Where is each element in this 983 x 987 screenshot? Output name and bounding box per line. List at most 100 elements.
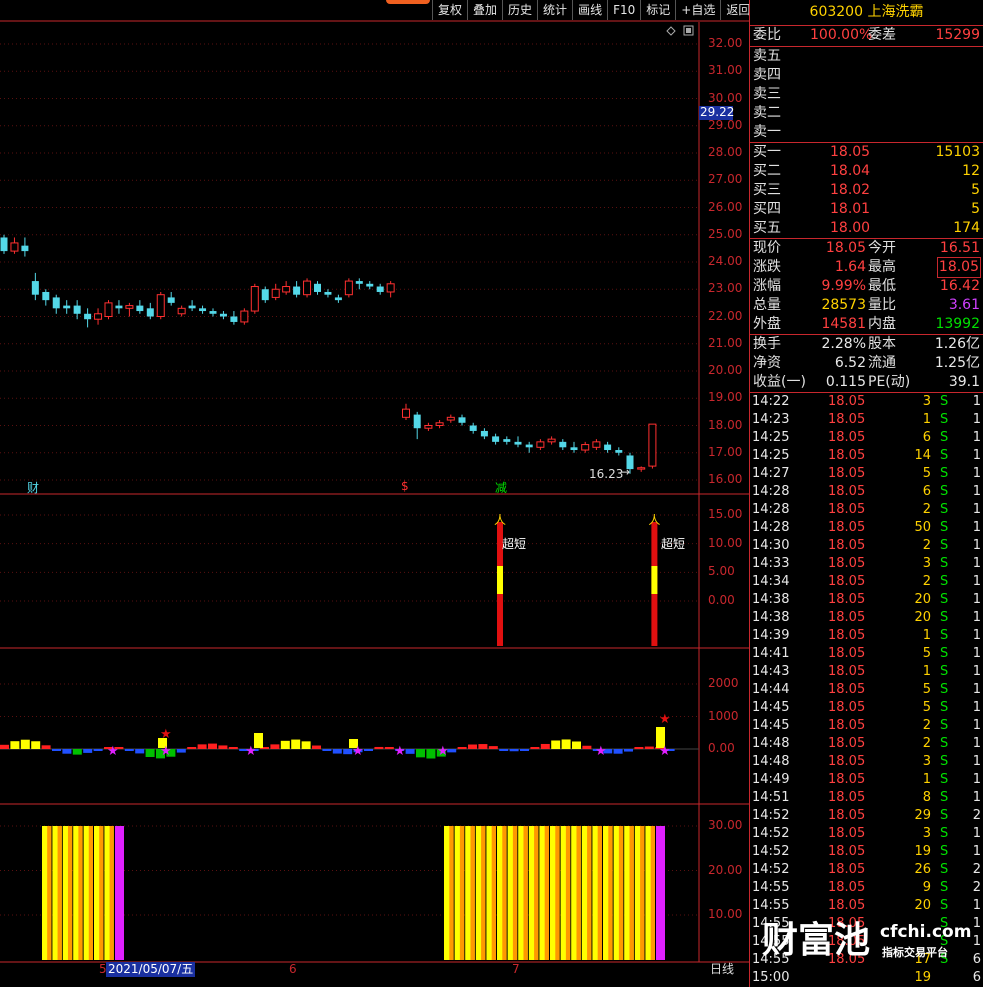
tick-time: 14:45 xyxy=(752,700,790,715)
tick-price: 18.05 xyxy=(828,628,866,643)
candle-body-down xyxy=(261,289,269,301)
stat-label: 净资 xyxy=(753,355,781,371)
indicator-axis-tick: 10.00 xyxy=(708,907,743,921)
buy-level-volume: 12 xyxy=(962,163,980,179)
histogram-bar xyxy=(270,744,280,749)
tick-volume: 14 xyxy=(914,448,931,463)
tick-row: 14:28 18.05 2 S 1 xyxy=(750,501,983,519)
histogram-bar xyxy=(312,745,321,749)
tick-time: 14:41 xyxy=(752,646,790,661)
price-axis-tick: 19.00 xyxy=(708,390,743,405)
stat-row: 收益(一) 0.115 PE(动) 39.1 xyxy=(750,373,983,392)
diamond-icon[interactable] xyxy=(666,26,676,36)
star-marker: ★ xyxy=(352,744,364,759)
histogram-bar xyxy=(10,741,20,749)
stat-value: 14581 xyxy=(821,316,866,332)
buy-level-label: 买三 xyxy=(753,182,781,198)
stat-value: 1.25亿 xyxy=(934,355,980,371)
low-price-label: 16.23 xyxy=(589,467,624,481)
current-price-tag: 29.22 xyxy=(700,105,735,119)
stat-label: 涨幅 xyxy=(753,278,781,294)
marker-dollar: $ xyxy=(401,479,409,493)
tick-row: 14:38 18.05 20 S 1 xyxy=(750,609,983,627)
signal-column-shade xyxy=(459,826,465,960)
xaxis-mark-6: 6 xyxy=(289,962,297,976)
buy-level-row: 买五 18.00 174 xyxy=(750,219,983,238)
tick-count: 2 xyxy=(972,862,981,877)
signal-column-shade xyxy=(640,826,645,960)
tick-row: 14:48 18.05 2 S 1 xyxy=(750,735,983,753)
buy-levels: 买一 18.05 15103 买二 18.04 12 买三 18.02 5 买四… xyxy=(750,143,983,239)
buy-level-volume: 5 xyxy=(971,182,980,198)
tick-flag: S xyxy=(940,682,949,697)
quote-panel: 603200 上海洗霸 委比 100.00% 委差 15299 卖五 卖四 卖三… xyxy=(749,0,983,987)
tick-row: 14:45 18.05 2 S 1 xyxy=(750,717,983,735)
candle-body-down xyxy=(42,291,50,301)
tick-volume: 2 xyxy=(922,538,931,553)
tick-time: 15:00 xyxy=(752,970,790,985)
indicator-axis-tick: 0.00 xyxy=(708,593,735,607)
buy-level-label: 买四 xyxy=(753,201,781,217)
price-axis-tick: 29.00 xyxy=(708,117,743,132)
tick-time: 14:27 xyxy=(752,466,790,481)
tick-count: 1 xyxy=(972,520,981,535)
tick-price: 18.05 xyxy=(828,790,866,805)
tick-flag: S xyxy=(940,448,949,463)
price-axis-tick: 26.00 xyxy=(708,199,743,214)
candle-body-up xyxy=(104,302,113,317)
candle-body-up xyxy=(177,307,186,315)
kline-chart[interactable]: 人人 ★ ★ ★ ★ ★ ★ ★ ★★★ xyxy=(0,0,749,987)
sell-level-label: 卖四 xyxy=(753,67,781,83)
sell-level-row: 卖四 xyxy=(750,66,983,85)
chaoduan-label-1: 超短 xyxy=(502,537,527,551)
tick-flag: S xyxy=(940,700,949,715)
candle-body-up xyxy=(637,467,646,470)
tick-flag: S xyxy=(940,808,949,823)
tick-price: 18.05 xyxy=(828,520,866,535)
tick-volume: 1 xyxy=(922,412,931,427)
candle-body-up xyxy=(581,444,590,451)
tick-price: 18.05 xyxy=(828,862,866,877)
signal-column-shade xyxy=(587,826,592,960)
candle-body-down xyxy=(293,286,301,295)
tick-row: 14:28 18.05 50 S 1 xyxy=(750,519,983,537)
tick-count: 1 xyxy=(972,664,981,679)
histogram-bar xyxy=(208,743,217,749)
tick-count: 1 xyxy=(972,610,981,625)
window-restore-icon[interactable] xyxy=(683,25,694,36)
tick-flag: S xyxy=(940,718,949,733)
tick-price: 18.05 xyxy=(828,772,866,787)
stat-label: 总量 xyxy=(753,297,781,313)
histogram-bar xyxy=(582,745,592,749)
period-selector[interactable]: 日线 xyxy=(710,962,734,977)
buy-level-price: 18.00 xyxy=(830,220,871,236)
tick-list[interactable]: 14:22 18.05 3 S 1 14:23 18.05 1 S 1 14:25 18.05 6 S 1 1… xyxy=(750,393,983,987)
buy-level-volume: 5 xyxy=(971,201,980,217)
signal-person-icon: 人 xyxy=(494,513,506,527)
stat-row: 外盘 14581 内盘 13992 xyxy=(750,315,983,334)
candle-body-up xyxy=(402,408,410,418)
tick-volume: 2 xyxy=(922,574,931,589)
tick-row: 15:00 19 6 xyxy=(750,969,983,987)
buy-level-row: 买二 18.04 12 xyxy=(750,162,983,181)
buy-level-label: 买二 xyxy=(753,163,781,179)
tick-row: 14:45 18.05 5 S 1 xyxy=(750,699,983,717)
tick-row: 14:30 18.05 2 S 1 xyxy=(750,537,983,555)
signal-column-shade xyxy=(608,826,613,960)
signal-column-shade xyxy=(512,826,518,960)
tick-flag: S xyxy=(940,610,949,625)
tick-time: 14:28 xyxy=(752,502,790,517)
buy-level-row: 买一 18.05 15103 xyxy=(750,143,983,162)
tick-volume: 20 xyxy=(914,610,931,625)
indicator-pane-1: 人人 xyxy=(494,513,660,646)
tick-time: 14:23 xyxy=(752,412,790,427)
star-marker: ★ xyxy=(659,744,671,759)
candle-body-down xyxy=(525,444,533,448)
buy-level-label: 买五 xyxy=(753,220,781,236)
tick-row: 14:55 18.05 20 S 1 xyxy=(750,897,983,915)
candle-body-down xyxy=(334,297,342,301)
tick-count: 1 xyxy=(972,466,981,481)
histogram-bar xyxy=(332,749,342,754)
indicator-axis-tick: 0.00 xyxy=(708,741,735,755)
histogram-bar xyxy=(145,749,155,757)
